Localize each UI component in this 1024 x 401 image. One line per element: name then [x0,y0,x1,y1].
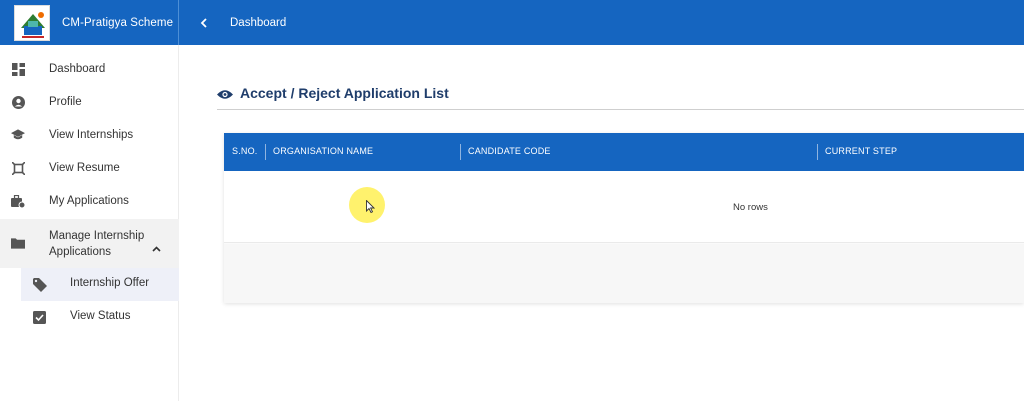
sidebar-item-dashboard[interactable]: Dashboard [0,59,179,79]
sidebar-item-label: View Resume [49,162,120,174]
divider [217,109,1024,110]
graduation-cap-icon [11,128,25,142]
resume-icon [11,161,25,175]
table-body: No rows [224,171,1024,243]
column-header-candidate-code[interactable]: CANDIDATE CODE [468,146,551,156]
section-header: Accept / Reject Application List [217,85,449,101]
main-content: Accept / Reject Application List S.NO. O… [180,45,1024,401]
profile-icon [11,95,25,109]
header: Dashboard [179,0,1024,45]
top-bar: CM-Pratigya Scheme Dashboard [0,0,1024,45]
sidebar-item-label: Dashboard [49,63,106,75]
brand: CM-Pratigya Scheme [0,0,179,45]
empty-state-text: No rows [733,202,768,213]
column-header-current-step[interactable]: CURRENT STEP [825,146,897,156]
sidebar-item-manage-internship-applications[interactable]: Manage Internship Applications [0,219,179,268]
chevron-up-icon[interactable] [152,239,161,257]
sidebar-subitem-view-status[interactable]: View Status [21,301,179,334]
sidebar-item-profile[interactable]: Profile [0,92,179,112]
sidebar-subitem-internship-offer[interactable]: Internship Offer [21,268,179,301]
table-header: S.NO. ORGANISATION NAME CANDIDATE CODE C… [224,133,1024,171]
table-footer [224,244,1024,303]
sidebar-item-label: Manage Internship Applications [49,230,145,258]
sidebar-item-view-resume[interactable]: View Resume [0,158,179,178]
applications-table: S.NO. ORGANISATION NAME CANDIDATE CODE C… [224,133,1024,303]
column-header-organisation-name[interactable]: ORGANISATION NAME [273,146,373,156]
column-separator[interactable] [460,144,461,160]
column-header-sno[interactable]: S.NO. [232,146,258,156]
sidebar-item-label: Profile [49,96,82,108]
sidebar-item-view-internships[interactable]: View Internships [0,125,179,145]
column-separator[interactable] [265,144,266,160]
checkbox-icon [33,311,47,325]
dashboard-icon [11,62,25,76]
app-logo [14,4,50,41]
app-title: CM-Pratigya Scheme [62,16,174,29]
eye-icon [217,87,233,99]
page-title: Accept / Reject Application List [240,85,449,101]
sidebar-item-label: My Applications [49,195,129,207]
sidebar: Dashboard Profile View Internships View … [0,45,179,401]
breadcrumb[interactable]: Dashboard [230,17,286,29]
briefcase-icon [11,194,25,208]
column-separator[interactable] [817,144,818,160]
tag-icon [33,278,47,292]
sidebar-subitem-label: View Status [70,310,131,322]
sidebar-item-my-applications[interactable]: My Applications [0,191,179,211]
folder-icon [11,236,25,250]
sidebar-item-label: View Internships [49,129,134,141]
chevron-left-icon[interactable] [200,17,212,28]
sidebar-subitem-label: Internship Offer [70,277,150,289]
mouse-cursor-icon [366,199,376,218]
